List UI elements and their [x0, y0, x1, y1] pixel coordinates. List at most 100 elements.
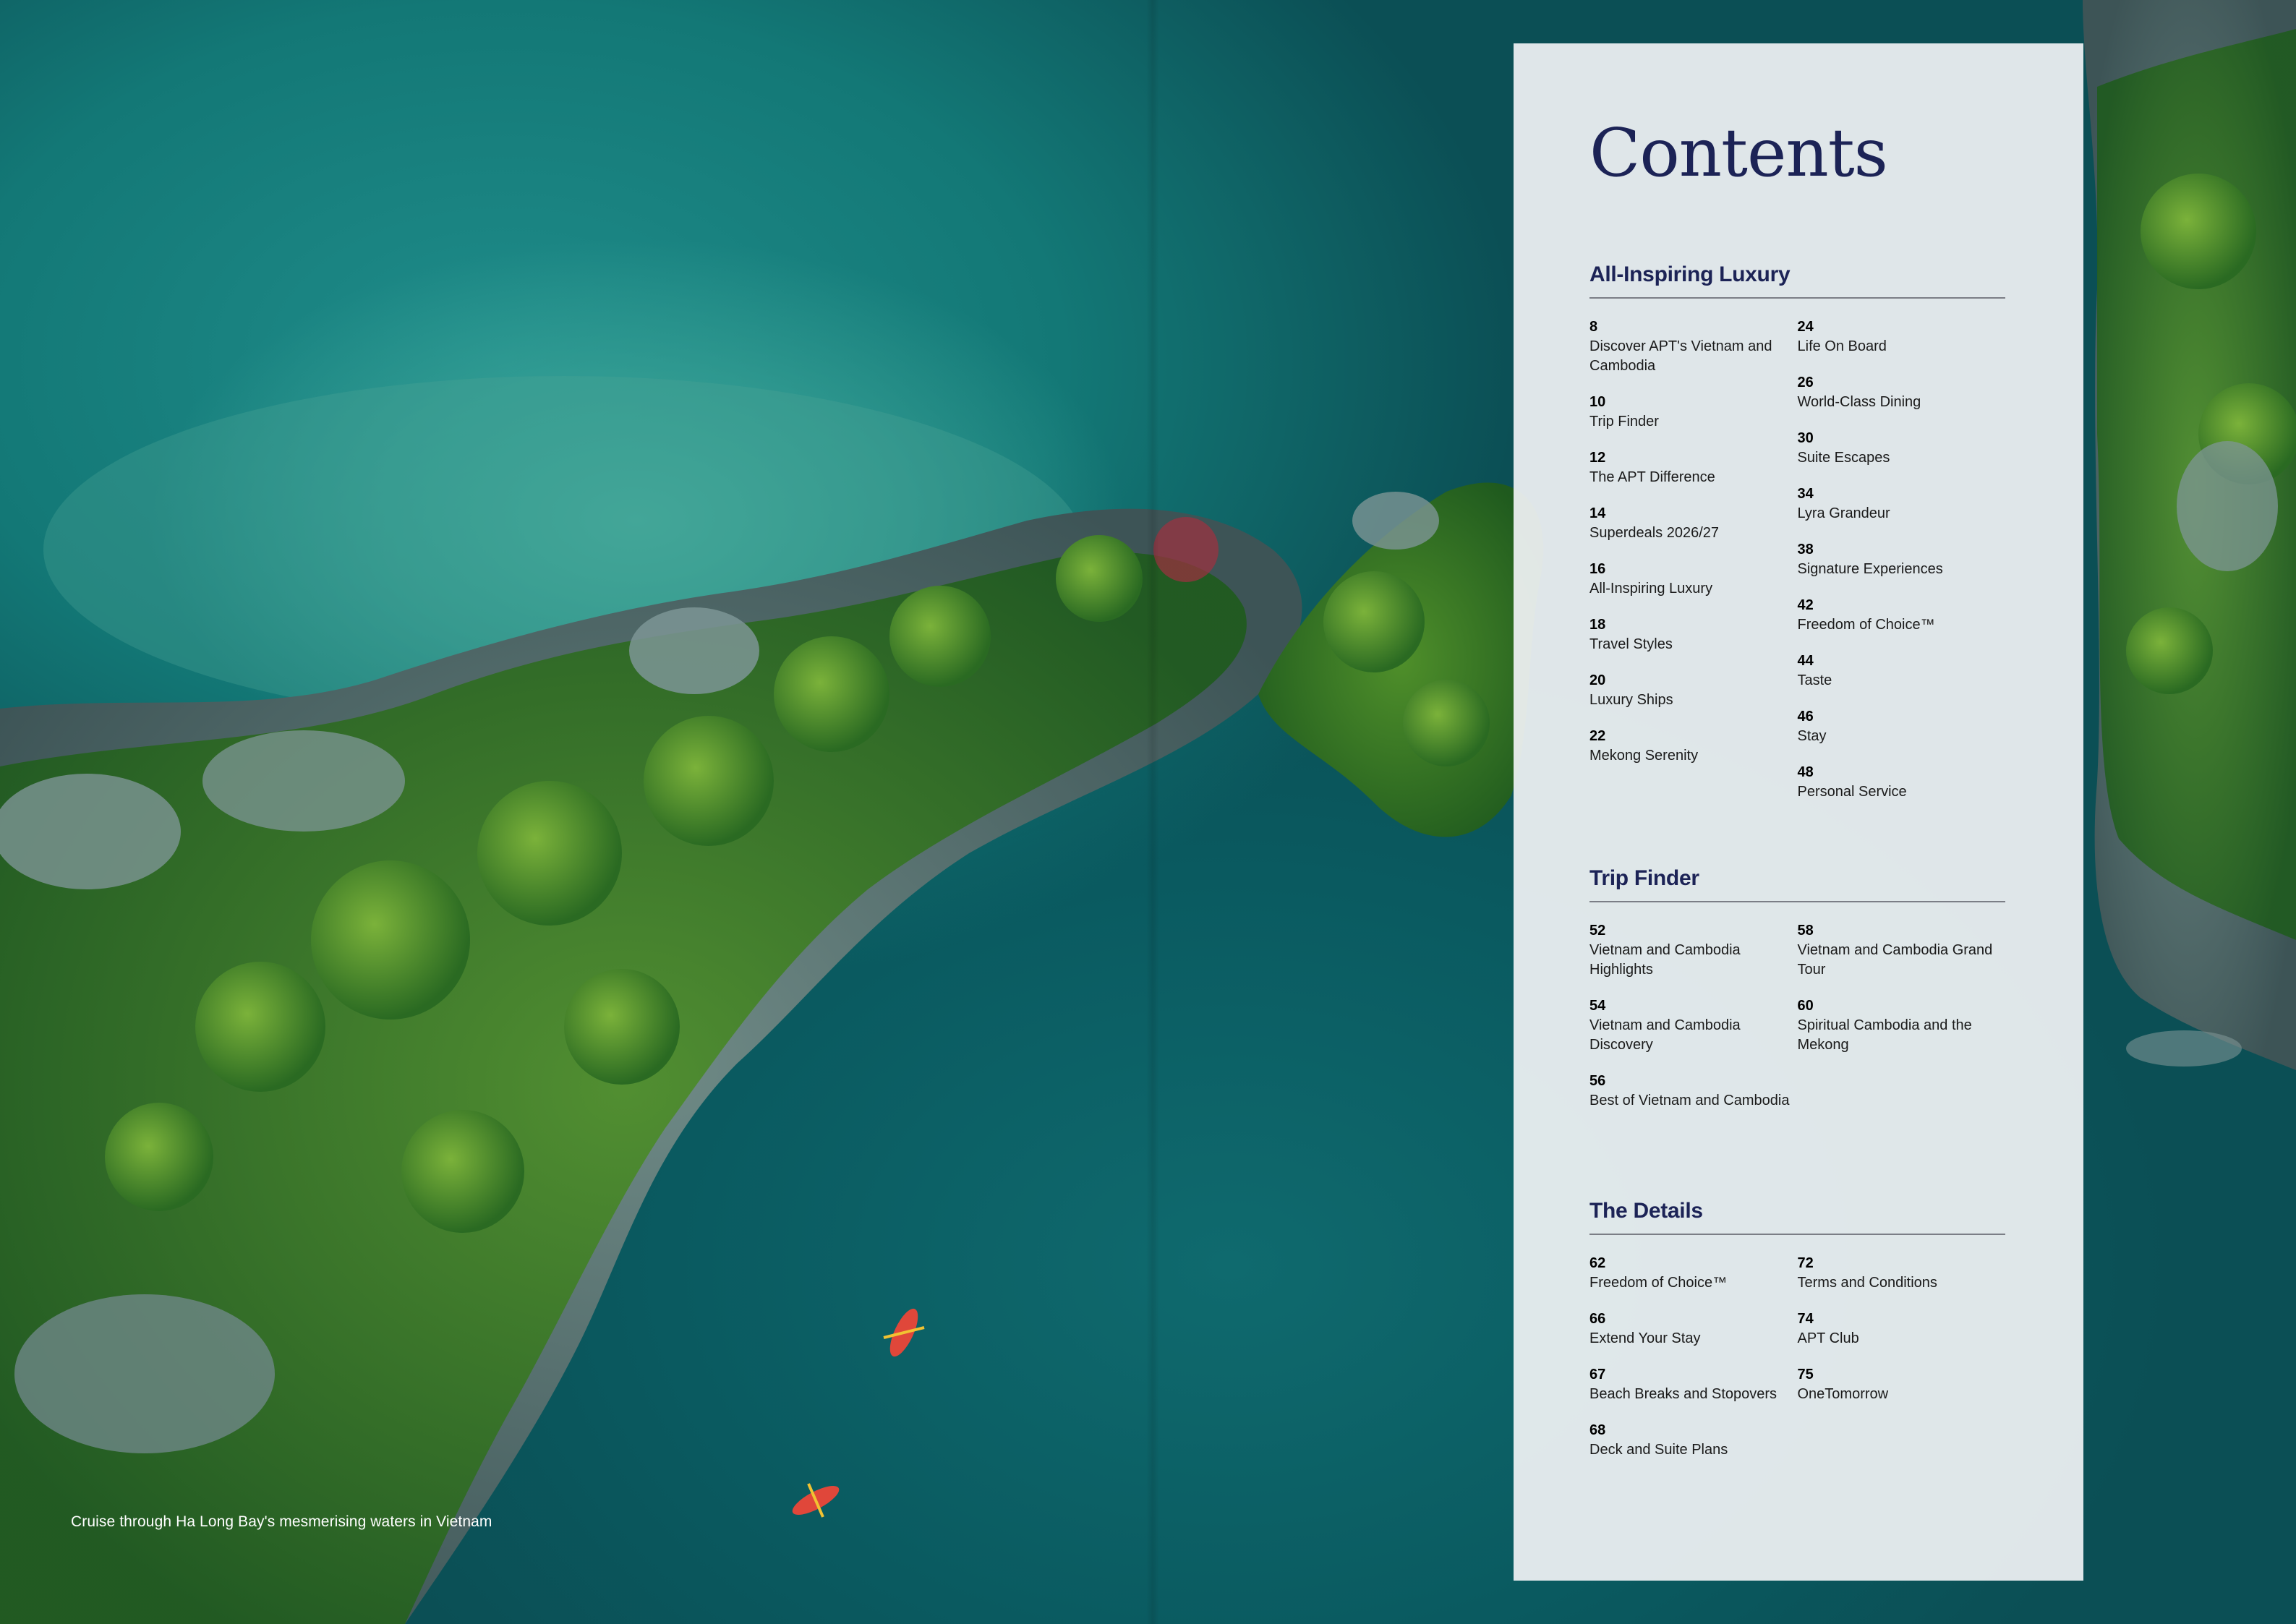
page-number: 52 — [1589, 923, 1606, 939]
column-left: 62 Freedom of Choice™ 66 Extend Your Stay … — [1589, 1254, 1798, 1476]
page-number: 42 — [1797, 597, 1814, 613]
toc-entry[interactable]: 24 Life On Board — [1798, 317, 2006, 356]
page-number: 22 — [1589, 728, 1606, 744]
entry-title: Signature Experiences — [1797, 561, 1943, 577]
page-number: 20 — [1589, 672, 1606, 688]
entry-title: Lyra Grandeur — [1797, 505, 1890, 521]
entry-title: The APT Difference — [1589, 469, 1715, 485]
entry-title: Taste — [1797, 672, 1832, 688]
toc-entry[interactable]: 18 Travel Styles — [1589, 615, 1798, 654]
toc-entry[interactable]: 52 Vietnam and Cambodia Highlights — [1589, 921, 1798, 980]
toc-entry[interactable]: 68 Deck and Suite Plans — [1589, 1421, 1798, 1460]
toc-entry[interactable]: 12 The APT Difference — [1589, 448, 1798, 487]
kayak-1 — [883, 1308, 925, 1357]
toc-entry[interactable]: 58 Vietnam and Cambodia Grand Tour — [1798, 921, 2006, 980]
page-number: 75 — [1797, 1367, 1814, 1382]
page-number: 62 — [1589, 1255, 1606, 1271]
toc-entry[interactable]: 62 Freedom of Choice™ — [1589, 1254, 1798, 1293]
toc-entry[interactable]: 54 Vietnam and Cambodia Discovery — [1589, 996, 1798, 1055]
page-number: 8 — [1589, 319, 1598, 335]
toc-entry[interactable]: 34 Lyra Grandeur — [1798, 484, 2006, 523]
entry-title: Suite Escapes — [1797, 450, 1890, 466]
contents-panel: Contents All-Inspiring Luxury 8 Discover … — [1514, 43, 2083, 1581]
entry-title: Vietnam and Cambodia Discovery — [1589, 1017, 1741, 1053]
toc-entry[interactable]: 74 APT Club — [1798, 1309, 2006, 1349]
toc-entry[interactable]: 56 Best of Vietnam and Cambodia — [1589, 1072, 1798, 1111]
page-number: 34 — [1797, 486, 1814, 502]
page-number: 67 — [1589, 1367, 1606, 1382]
page-number: 30 — [1797, 430, 1814, 446]
toc-entry[interactable]: 42 Freedom of Choice™ — [1798, 596, 2006, 635]
page-number: 12 — [1589, 450, 1606, 466]
entry-title: World-Class Dining — [1797, 394, 1921, 410]
entry-title: Best of Vietnam and Cambodia — [1589, 1093, 1790, 1108]
entry-title: Vietnam and Cambodia Highlights — [1589, 942, 1741, 978]
entry-title: Beach Breaks and Stopovers — [1589, 1386, 1778, 1402]
toc-entry[interactable]: 26 World-Class Dining — [1798, 373, 2006, 412]
toc-entry[interactable]: 67 Beach Breaks and Stopovers — [1589, 1365, 1798, 1404]
entry-title: Personal Service — [1797, 784, 1907, 800]
entry-title: All-Inspiring Luxury — [1589, 581, 1713, 597]
entry-title: Mekong Serenity — [1589, 748, 1699, 764]
page-number: 48 — [1797, 764, 1814, 780]
toc-entry[interactable]: 10 Trip Finder — [1589, 393, 1798, 432]
page-number: 24 — [1797, 319, 1814, 335]
entry-title: Stay — [1797, 728, 1827, 744]
toc-entry[interactable]: 60 Spiritual Cambodia and the Mekong — [1798, 996, 2006, 1055]
page-number: 18 — [1589, 617, 1606, 633]
entry-title: OneTomorrow — [1797, 1386, 1889, 1402]
toc-entry[interactable]: 48 Personal Service — [1798, 763, 2006, 802]
entry-title: Trip Finder — [1589, 414, 1659, 429]
contents-title: Contents — [1589, 114, 1888, 192]
section-all-inspiring-luxury: All-Inspiring Luxury 8 Discover APT's Vie… — [1589, 262, 2005, 819]
page-number: 58 — [1797, 923, 1814, 939]
page-number: 66 — [1589, 1311, 1606, 1327]
column-left: 8 Discover APT's Vietnam and Cambodia 10 T… — [1589, 317, 1798, 819]
toc-entry[interactable]: 30 Suite Escapes — [1798, 429, 2006, 468]
toc-entry[interactable]: 44 Taste — [1798, 651, 2006, 691]
section-the-details: The Details 62 Freedom of Choice™ 66 Exten… — [1589, 1199, 2005, 1476]
entry-title: Vietnam and Cambodia Grand Tour — [1797, 942, 1993, 978]
section-heading: All-Inspiring Luxury — [1589, 262, 2005, 299]
entry-title: Extend Your Stay — [1589, 1330, 1701, 1346]
page-number: 54 — [1589, 998, 1606, 1014]
page-number: 46 — [1797, 709, 1814, 725]
entry-title: Freedom of Choice™ — [1589, 1275, 1728, 1291]
page-number: 38 — [1797, 542, 1814, 557]
page-number: 60 — [1797, 998, 1814, 1014]
page-number: 26 — [1797, 375, 1814, 390]
entry-title: Deck and Suite Plans — [1589, 1442, 1728, 1458]
section-heading: Trip Finder — [1589, 866, 2005, 902]
column-right: 24 Life On Board 26 World-Class Dining 30 S… — [1798, 317, 2006, 819]
page-number: 68 — [1589, 1422, 1606, 1438]
column-right: 58 Vietnam and Cambodia Grand Tour 60 Spir… — [1798, 921, 2006, 1127]
page-spine — [1146, 0, 1159, 1624]
page-number: 74 — [1797, 1311, 1814, 1327]
toc-entry[interactable]: 75 OneTomorrow — [1798, 1365, 2006, 1404]
page-number: 16 — [1589, 561, 1606, 577]
entry-title: Travel Styles — [1589, 636, 1673, 652]
toc-entry[interactable]: 20 Luxury Ships — [1589, 671, 1798, 710]
page-number: 72 — [1797, 1255, 1814, 1271]
section-trip-finder: Trip Finder 52 Vietnam and Cambodia Highl… — [1589, 866, 2005, 1127]
toc-entry[interactable]: 66 Extend Your Stay — [1589, 1309, 1798, 1349]
entry-title: Luxury Ships — [1589, 692, 1673, 708]
column-left: 52 Vietnam and Cambodia Highlights 54 Viet… — [1589, 921, 1798, 1127]
toc-entry[interactable]: 72 Terms and Conditions — [1798, 1254, 2006, 1293]
page-number: 14 — [1589, 505, 1606, 521]
entry-title: Life On Board — [1797, 338, 1887, 354]
section-heading: The Details — [1589, 1199, 2005, 1235]
photo-caption: Cruise through Ha Long Bay's mesmerising… — [71, 1513, 492, 1530]
page-number: 56 — [1589, 1073, 1606, 1089]
entry-title: Superdeals 2026/27 — [1589, 525, 1720, 541]
toc-entry[interactable]: 8 Discover APT's Vietnam and Cambodia — [1589, 317, 1798, 376]
entry-title: Terms and Conditions — [1797, 1275, 1937, 1291]
toc-entry[interactable]: 46 Stay — [1798, 707, 2006, 746]
entry-title: Spiritual Cambodia and the Mekong — [1797, 1017, 1972, 1053]
toc-entry[interactable]: 14 Superdeals 2026/27 — [1589, 504, 1798, 543]
toc-entry[interactable]: 16 All-Inspiring Luxury — [1589, 560, 1798, 599]
entry-title: Discover APT's Vietnam and Cambodia — [1589, 338, 1772, 374]
toc-entry[interactable]: 38 Signature Experiences — [1798, 540, 2006, 579]
toc-entry[interactable]: 22 Mekong Serenity — [1589, 727, 1798, 766]
page-number: 44 — [1797, 653, 1814, 669]
